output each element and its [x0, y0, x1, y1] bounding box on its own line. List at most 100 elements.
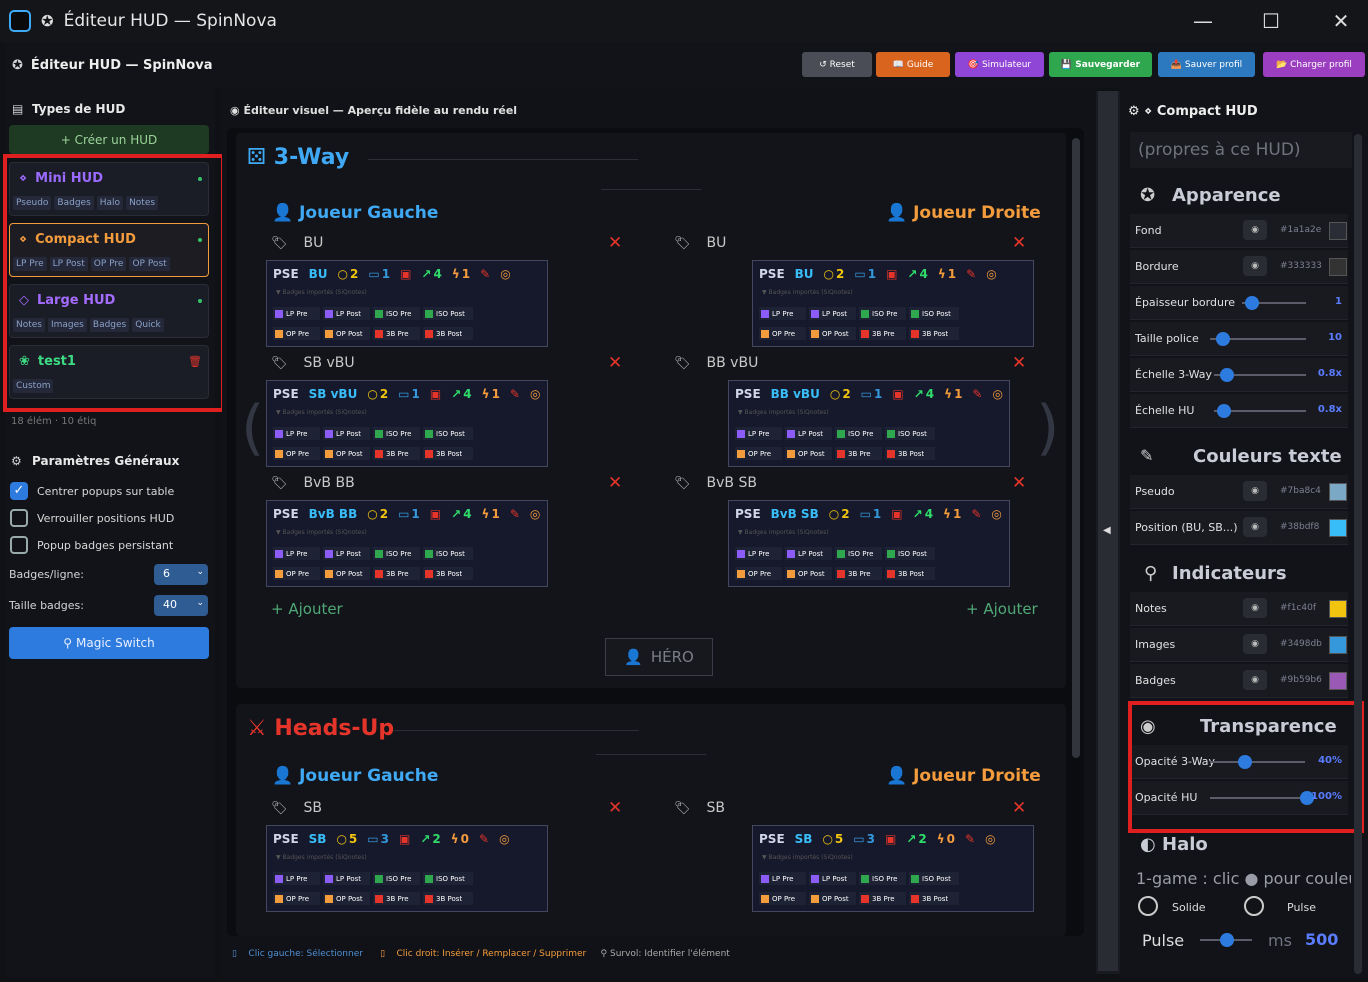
badge-chip[interactable]: ISO Pre — [373, 427, 420, 440]
toolbar-button-5[interactable]: 📂 Charger profil — [1263, 52, 1365, 77]
remove-icon[interactable]: ✕ — [608, 798, 622, 818]
tag-icon[interactable]: 🏷 — [271, 236, 288, 251]
remove-icon[interactable]: ✕ — [608, 233, 622, 253]
collapse-panel-bar[interactable]: ◀ — [1096, 91, 1120, 974]
badge-chip[interactable]: 3B Pre — [373, 327, 420, 340]
hud-preview[interactable]: PSE SB ○ 5 ▭ 3 ▣ ↗ 2 ϟ 0 ✎ ◎ ▼ Badges importés (SiQno… — [266, 825, 548, 912]
badge-chip[interactable]: ISO Post — [423, 872, 473, 885]
badge-chip[interactable]: OP Post — [809, 327, 856, 340]
badge-chip[interactable]: OP Post — [785, 447, 832, 460]
hud-preview[interactable]: PSE BU ○ 2 ▭ 1 ▣ ↗ 4 ϟ 1 ✎ ◎ ▼ Badges importés (SiQno… — [266, 260, 548, 347]
checkbox-1[interactable] — [10, 509, 28, 527]
toolbar-button-0[interactable]: ↺ Reset — [802, 52, 872, 77]
eye-icon[interactable]: ◉ — [1243, 634, 1267, 654]
color-swatch[interactable] — [1329, 519, 1347, 537]
eye-icon[interactable]: ◉ — [1243, 517, 1267, 537]
hud-preview[interactable]: PSE SB vBU ○ 2 ▭ 1 ▣ ↗ 4 ϟ 1 ✎ ◎ ▼ Badges importés (S… — [266, 380, 548, 467]
tag-icon[interactable]: 🏷 — [271, 801, 288, 816]
remove-icon[interactable]: ✕ — [1012, 233, 1026, 253]
hero-seat[interactable]: 👤 HÉRO — [605, 638, 713, 676]
badge-chip[interactable]: 3B Post — [909, 892, 959, 905]
badge-chip[interactable]: ISO Pre — [835, 547, 882, 560]
badge-chip[interactable]: 3B Pre — [373, 892, 420, 905]
tag-icon[interactable]: 🏷 — [674, 801, 691, 816]
trash-icon[interactable]: 🗑 — [188, 355, 202, 368]
hud-card[interactable]: ⋄ Compact HUD LP Pre LP Post OP Pre OP Post — [9, 223, 209, 277]
checkbox-2[interactable] — [10, 536, 28, 554]
remove-icon[interactable]: ✕ — [1012, 353, 1026, 373]
badge-chip[interactable]: OP Pre — [759, 327, 806, 340]
badge-chip[interactable]: ISO Post — [423, 427, 473, 440]
badge-chip[interactable]: ISO Pre — [859, 872, 906, 885]
badge-chip[interactable]: ISO Pre — [373, 872, 420, 885]
eye-icon[interactable]: ◉ — [1243, 256, 1267, 276]
eye-icon[interactable]: ◉ — [1243, 670, 1267, 690]
badge-chip[interactable]: ISO Post — [909, 872, 959, 885]
badge-chip[interactable]: ISO Pre — [859, 307, 906, 320]
badge-chip[interactable]: ISO Post — [909, 307, 959, 320]
badge-chip[interactable]: OP Pre — [273, 447, 320, 460]
badge-chip[interactable]: 3B Pre — [835, 567, 882, 580]
tag-icon[interactable]: 🏷 — [674, 476, 691, 491]
badge-chip[interactable]: 3B Post — [909, 327, 959, 340]
badge-chip[interactable]: 3B Post — [423, 447, 473, 460]
hud-card[interactable]: ⋄ Mini HUD Pseudo Badges Halo Notes — [9, 162, 209, 216]
badge-chip[interactable]: LP Post — [809, 872, 856, 885]
badge-chip[interactable]: OP Post — [809, 892, 856, 905]
badge-chip[interactable]: LP Pre — [759, 872, 806, 885]
badge-chip[interactable]: 3B Post — [423, 327, 473, 340]
toolbar-button-4[interactable]: 📤 Sauver profil — [1158, 52, 1255, 77]
toolbar-button-3[interactable]: 💾 Sauvegarder — [1049, 52, 1152, 77]
badge-chip[interactable]: ISO Post — [423, 547, 473, 560]
badge-chip[interactable]: LP Post — [809, 307, 856, 320]
magic-switch-button[interactable]: ⚲ Magic Switch — [9, 627, 209, 659]
badges-per-line-select[interactable]: 6 ⌄ — [154, 564, 208, 585]
badge-chip[interactable]: OP Pre — [759, 892, 806, 905]
badge-size-select[interactable]: 40 ⌄ — [154, 595, 208, 616]
badge-chip[interactable]: LP Pre — [759, 307, 806, 320]
badge-chip[interactable]: 3B Post — [885, 567, 935, 580]
badge-chip[interactable]: LP Post — [323, 307, 370, 320]
maximize-button[interactable]: ☐ — [1236, 0, 1306, 42]
close-button[interactable]: ✕ — [1306, 0, 1368, 42]
badge-chip[interactable]: LP Pre — [735, 547, 782, 560]
toolbar-button-1[interactable]: 📖 Guide — [876, 52, 950, 77]
badge-chip[interactable]: LP Post — [785, 547, 832, 560]
hud-preview[interactable]: PSE BB vBU ○ 2 ▭ 1 ▣ ↗ 4 ϟ 1 ✎ ◎ ▼ Badges importés (S… — [728, 380, 1010, 467]
badge-chip[interactable]: LP Pre — [273, 427, 320, 440]
badge-chip[interactable]: LP Post — [323, 547, 370, 560]
badge-chip[interactable]: LP Pre — [735, 427, 782, 440]
badge-chip[interactable]: 3B Post — [423, 567, 473, 580]
badge-chip[interactable]: OP Pre — [273, 327, 320, 340]
badge-chip[interactable]: 3B Post — [885, 447, 935, 460]
color-swatch[interactable] — [1329, 222, 1347, 240]
badge-chip[interactable]: LP Post — [323, 427, 370, 440]
create-hud-button[interactable]: + Créer un HUD — [9, 125, 209, 154]
add-right-button[interactable]: + Ajouter — [966, 600, 1038, 618]
color-swatch[interactable] — [1329, 600, 1347, 618]
badge-chip[interactable]: 3B Pre — [859, 892, 906, 905]
pulse-slider[interactable] — [1200, 933, 1252, 947]
remove-icon[interactable]: ✕ — [1012, 798, 1026, 818]
tag-icon[interactable]: 🏷 — [674, 236, 691, 251]
remove-icon[interactable]: ✕ — [608, 473, 622, 493]
badge-chip[interactable]: ISO Post — [885, 427, 935, 440]
add-left-button[interactable]: + Ajouter — [271, 600, 343, 618]
hud-preview[interactable]: PSE BvB SB ○ 2 ▭ 1 ▣ ↗ 4 ϟ 1 ✎ ◎ ▼ Badges importés (S… — [728, 500, 1010, 587]
badge-chip[interactable]: ISO Pre — [835, 427, 882, 440]
badge-chip[interactable]: OP Post — [323, 327, 370, 340]
badge-chip[interactable]: ISO Pre — [373, 547, 420, 560]
radio-pulse[interactable] — [1244, 896, 1264, 916]
badge-chip[interactable]: 3B Pre — [859, 327, 906, 340]
badge-chip[interactable]: OP Post — [323, 567, 370, 580]
hud-preview[interactable]: PSE BvB BB ○ 2 ▭ 1 ▣ ↗ 4 ϟ 1 ✎ ◎ ▼ Badges importés (S… — [266, 500, 548, 587]
badge-chip[interactable]: OP Pre — [735, 447, 782, 460]
minimize-button[interactable]: — — [1168, 0, 1238, 42]
tag-icon[interactable]: 🏷 — [271, 356, 288, 371]
badge-chip[interactable]: 3B Pre — [373, 447, 420, 460]
badge-chip[interactable]: LP Pre — [273, 547, 320, 560]
badge-chip[interactable]: ISO Pre — [373, 307, 420, 320]
color-swatch[interactable] — [1329, 672, 1347, 690]
badge-chip[interactable]: ISO Post — [423, 307, 473, 320]
eye-icon[interactable]: ◉ — [1243, 598, 1267, 618]
